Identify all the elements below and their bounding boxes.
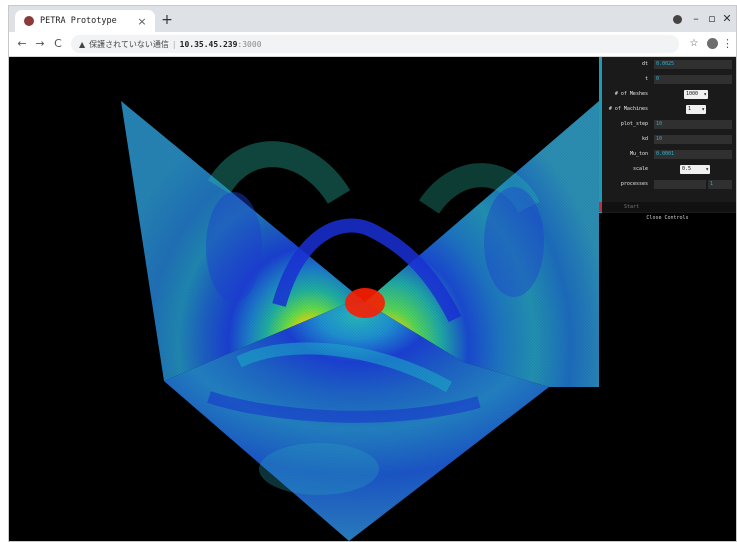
control-label: processes: [620, 181, 648, 187]
processes-slider[interactable]: [654, 180, 706, 189]
security-status[interactable]: 保護されていない通信: [89, 39, 169, 50]
bookmark-star-icon[interactable]: ☆: [687, 36, 701, 52]
control-label: t: [644, 76, 648, 82]
forward-button[interactable]: →: [33, 36, 47, 52]
t-field[interactable]: 0: [654, 75, 732, 84]
control-label: plot_step: [620, 121, 648, 127]
address-separator: |: [172, 39, 176, 49]
control-label: Mu_ton: [629, 151, 648, 157]
kd-field[interactable]: 10: [654, 135, 732, 144]
wave-band: [207, 141, 351, 205]
mu-ton-field[interactable]: 0.0001: [654, 150, 732, 159]
account-avatar[interactable]: [707, 38, 718, 49]
control-plot-step: plot_step 10: [602, 119, 736, 130]
control-kd: kd 10: [602, 134, 736, 145]
tab-title: PETRA Prototype: [40, 16, 117, 26]
control-label: # of Machines: [608, 106, 648, 112]
warning-icon: ▲: [79, 39, 86, 49]
control-label: kd: [641, 136, 648, 142]
browser-window: PETRA Prototype × + – ▫ ✕ ← → C ▲ 保護されてい…: [8, 5, 737, 542]
control-label: # of Meshes: [614, 91, 648, 97]
control-t: t 0: [602, 74, 736, 85]
url-host: 10.35.45.239: [179, 39, 238, 49]
tab-close-icon[interactable]: ×: [135, 15, 149, 28]
tab-strip: PETRA Prototype × + – ▫ ✕: [9, 6, 736, 32]
start-button[interactable]: Start: [599, 202, 736, 212]
controls-panel: dt 0.0025 t 0 # of Meshes 1000 # of Mach…: [599, 57, 736, 223]
close-controls-button[interactable]: Close Controls: [599, 213, 736, 223]
dt-field[interactable]: 0.0025: [654, 60, 732, 69]
mesh-overlay: [121, 101, 599, 541]
meshes-select[interactable]: 1000: [684, 90, 708, 99]
scale-select[interactable]: 0.5: [680, 165, 710, 174]
browser-toolbar: ← → C ▲ 保護されていない通信 | 10.35.45.239 :3000 …: [9, 32, 736, 57]
back-button[interactable]: ←: [15, 36, 29, 52]
control-dt: dt 0.0025: [602, 59, 736, 70]
plot-step-field[interactable]: 10: [654, 120, 732, 129]
close-window-button[interactable]: ✕: [720, 12, 734, 26]
control-scale: scale 0.5: [602, 164, 736, 175]
control-label: scale: [632, 166, 648, 172]
control-machines: # of Machines 1: [602, 104, 736, 115]
site-favicon-icon: [24, 16, 34, 26]
machines-select[interactable]: 1: [686, 105, 706, 114]
url-port: :3000: [237, 39, 262, 49]
control-meshes: # of Meshes 1000: [602, 89, 736, 100]
control-mu-ton: Mu_ton 0.0001: [602, 149, 736, 160]
control-processes: processes 1: [602, 179, 736, 190]
restore-button[interactable]: ▫: [705, 12, 719, 26]
minimize-button[interactable]: –: [689, 12, 703, 26]
browser-menu-icon[interactable]: ⋮: [722, 36, 733, 52]
reload-button[interactable]: C: [51, 36, 65, 52]
new-tab-button[interactable]: +: [159, 12, 175, 28]
control-label: dt: [641, 61, 648, 67]
simulation-viewport[interactable]: dt 0.0025 t 0 # of Meshes 1000 # of Mach…: [9, 57, 736, 541]
processes-field[interactable]: 1: [708, 180, 732, 189]
start-label: Start: [624, 204, 640, 210]
profile-indicator-icon[interactable]: [673, 15, 682, 24]
tab-petra-prototype[interactable]: PETRA Prototype ×: [15, 10, 155, 32]
address-bar[interactable]: ▲ 保護されていない通信 | 10.35.45.239 :3000: [71, 35, 679, 53]
